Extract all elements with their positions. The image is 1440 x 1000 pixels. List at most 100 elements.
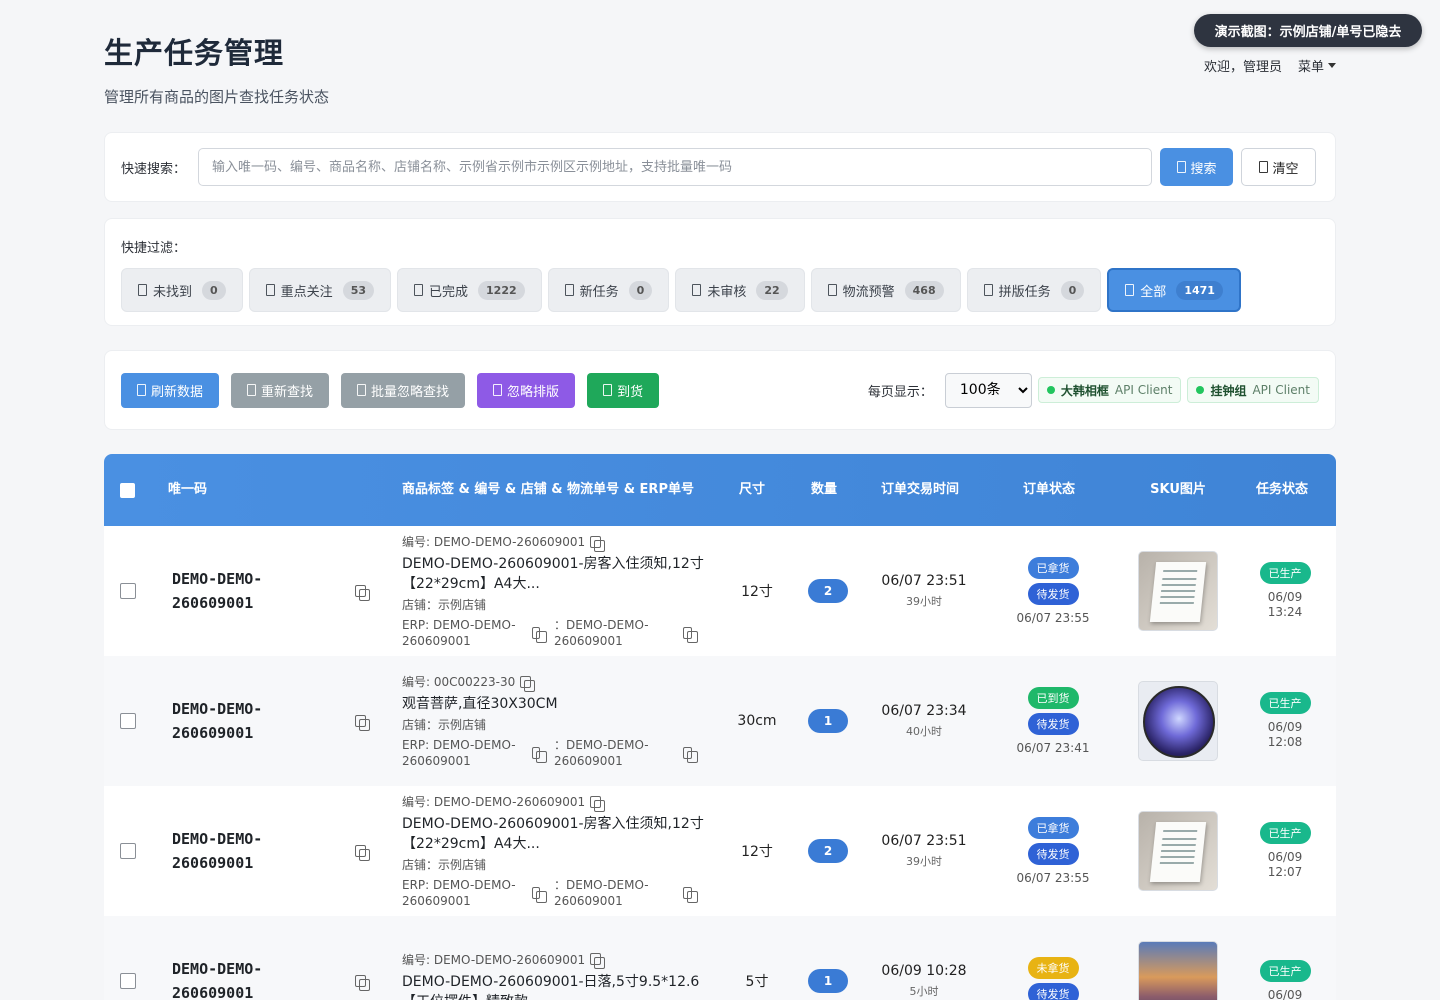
quantity-badge: 2 [808, 839, 848, 863]
order-time-cell: 06/07 23:51 39小时 [874, 526, 974, 656]
refresh-button[interactable]: 刷新数据 [121, 372, 220, 408]
product-title: DEMO-DEMO-260609001-日落,5寸9.5*12.6【工位摆件】精… [402, 973, 700, 1000]
task-status-time: 06/09 12:07 [1267, 850, 1303, 879]
row-checkbox[interactable] [120, 973, 136, 989]
copy-icon[interactable] [531, 747, 548, 763]
size-value: 12寸 [741, 844, 773, 860]
order-time-ago: 40小时 [906, 725, 942, 738]
filter-chip[interactable]: 物流预警 468 [810, 268, 961, 312]
copy-icon[interactable] [355, 975, 370, 991]
user-area: 欢迎，管理员 菜单 [1204, 56, 1336, 75]
filter-icon [564, 284, 574, 296]
order-time-ago: 39小时 [906, 855, 942, 868]
client-tag-1: 大韩相框 API Client [1037, 377, 1182, 403]
product-code-text: 编号: DEMO-DEMO-260609001 [402, 795, 586, 809]
filter-chip[interactable]: 全部 1471 [1107, 268, 1241, 312]
product-code: 编号: 00C00223-30 [402, 673, 536, 692]
product-title: 观音菩萨,直径30X30CM [402, 696, 558, 712]
menu-dropdown[interactable]: 菜单 [1298, 56, 1336, 75]
task-status-cell: 已生产 06/09 [1244, 916, 1326, 1000]
status-badge: 未拿货 [1027, 957, 1079, 979]
order-time-cell: 06/09 10:28 5小时 [874, 916, 974, 1000]
batch-ignore-button[interactable]: 批量忽略查找 [341, 372, 466, 408]
copy-icon[interactable] [682, 747, 699, 763]
row-checkbox[interactable] [120, 713, 136, 729]
filter-chip[interactable]: 未找到 0 [121, 268, 243, 312]
task-status-cell: 已生产 06/09 12:08 [1244, 656, 1326, 786]
copy-icon[interactable] [590, 535, 606, 552]
per-page-select[interactable]: 100条 [944, 372, 1032, 408]
search-icon [1176, 161, 1186, 173]
quantity-badge: 2 [808, 579, 848, 603]
clear-button[interactable]: 清空 [1241, 148, 1317, 186]
page-header: 生产任务管理 管理所有商品的图片查找任务状态 欢迎，管理员 菜单 [104, 30, 1336, 110]
product-title: DEMO-DEMO-260609001-房客入住须知,12寸【22*29cm】A… [402, 816, 704, 852]
copy-icon[interactable] [590, 953, 606, 969]
shop-name: 店铺：示例店铺 [402, 858, 487, 872]
copy-icon[interactable] [531, 627, 548, 643]
filter-count-badge: 1222 [478, 280, 525, 300]
ignore-layout-button[interactable]: 忽略排版 [477, 372, 576, 408]
order-time: 06/07 23:51 [881, 833, 967, 849]
uid-cell: DEMO-DEMO-260609001 [172, 916, 322, 1000]
sku-image[interactable] [1138, 551, 1218, 631]
copy-icon[interactable] [682, 627, 699, 643]
task-status-time: 06/09 12:08 [1267, 720, 1303, 749]
table-row[interactable]: DEMO-DEMO-260609001 编号: DEMO-DEMO-260609… [104, 916, 1336, 1000]
info-cell: 编号: 00C00223-30 观音菩萨,直径30X30CM 店铺：示例店铺 E… [402, 656, 712, 786]
unique-code: DEMO-DEMO-260609001 [172, 700, 263, 742]
copy-icon[interactable] [682, 887, 699, 903]
row-checkbox-cell [120, 916, 136, 1000]
filter-chip-label: 未审核 [707, 284, 747, 300]
sku-cell [1138, 526, 1218, 656]
copy-icon[interactable] [590, 795, 606, 812]
info-cell: 编号: DEMO-DEMO-260609001 DEMO-DEMO-260609… [402, 786, 712, 916]
filter-chip-label: 全部 [1140, 284, 1167, 300]
status-badge: 待发货 [1027, 713, 1079, 735]
table-row[interactable]: DEMO-DEMO-260609001 编号: DEMO-DEMO-260609… [104, 786, 1336, 916]
search-button[interactable]: 搜索 [1160, 148, 1234, 186]
filter-count-badge: 1471 [1176, 280, 1223, 300]
filter-chip[interactable]: 新任务 0 [547, 268, 670, 312]
order-status-cell: 未拿货 待发货 [998, 916, 1108, 1000]
sku-cell [1138, 656, 1218, 786]
unique-code: DEMO-DEMO-260609001 [172, 570, 263, 612]
order-time-cell: 06/07 23:34 40小时 [874, 656, 974, 786]
sku-cell [1138, 916, 1218, 1000]
page-title: 生产任务管理 [104, 36, 285, 70]
copy-icon[interactable] [355, 845, 370, 861]
research-label: 重新查找 [261, 384, 314, 400]
filter-chip[interactable]: 已完成 1222 [397, 268, 542, 312]
table-body: DEMO-DEMO-260609001 编号: DEMO-DEMO-260609… [104, 526, 1336, 1000]
sku-image[interactable] [1138, 681, 1218, 761]
search-input[interactable] [198, 148, 1153, 186]
research-button[interactable]: 重新查找 [231, 372, 330, 408]
copy-icon[interactable] [355, 715, 370, 731]
copy-icon[interactable] [531, 887, 548, 903]
copy-icon[interactable] [355, 585, 370, 601]
size-cell: 5寸 [722, 916, 792, 1000]
filter-icon [983, 284, 993, 296]
filter-chip[interactable]: 拼版任务 0 [966, 268, 1102, 312]
size-value: 30cm [737, 713, 777, 729]
online-dot-icon [1046, 386, 1055, 394]
table-row[interactable]: DEMO-DEMO-260609001 编号: DEMO-DEMO-260609… [104, 526, 1336, 656]
filter-chip[interactable]: 重点关注 53 [248, 268, 391, 312]
copy-icon[interactable] [520, 675, 536, 692]
qty-cell: 2 [808, 786, 848, 916]
row-checkbox[interactable] [120, 843, 136, 859]
unique-code: DEMO-DEMO-260609001 [172, 960, 263, 1000]
product-code-text: 编号: DEMO-DEMO-260609001 [402, 952, 586, 967]
sku-image[interactable] [1138, 811, 1218, 891]
filter-count-badge: 0 [628, 280, 653, 300]
arrived-button[interactable]: 到货 [587, 372, 660, 408]
filter-chip[interactable]: 未审核 22 [675, 268, 805, 312]
row-checkbox[interactable] [120, 583, 136, 599]
sku-image[interactable] [1138, 941, 1218, 1000]
select-all-checkbox[interactable] [120, 482, 135, 498]
client-name: 大韩相框 [1060, 383, 1109, 398]
table-row[interactable]: DEMO-DEMO-260609001 编号: 00C00223-30 观音菩萨… [104, 656, 1336, 786]
uid-copy-cell [355, 656, 370, 786]
order-time: 06/09 10:28 [881, 963, 967, 979]
quantity-badge: 1 [808, 709, 848, 733]
